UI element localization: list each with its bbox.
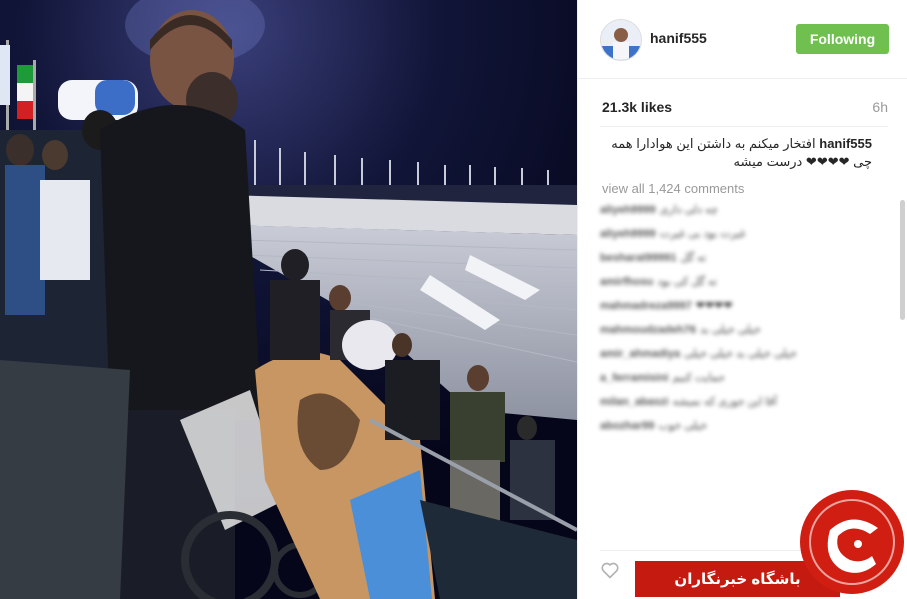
comment-text: حمایت کنیم: [672, 372, 726, 384]
comment-username[interactable]: abozhar99: [600, 420, 654, 432]
comment-text: خیلی خیلی بد: [699, 324, 761, 336]
comment-username[interactable]: mahmoudzadeh76: [600, 324, 696, 336]
watermark-logo: [800, 490, 904, 594]
stadium-photo: [0, 0, 577, 599]
list-item: amirfhosu ته گل کی بود: [600, 276, 875, 289]
comment-text: خیلی خوب: [658, 420, 708, 432]
post-header: hanif555 Following: [578, 0, 907, 79]
following-button[interactable]: Following: [796, 24, 889, 54]
comments-scrollbar[interactable]: [900, 200, 905, 320]
post-age[interactable]: 6h: [872, 99, 888, 115]
watermark-text: باشگاه خبرنگاران: [674, 571, 801, 588]
like-heart-icon[interactable]: [600, 560, 620, 580]
comment-username[interactable]: aliyeh9999: [600, 228, 656, 240]
comment-username[interactable]: besharat99991: [600, 252, 676, 264]
list-item: abozhar99 خیلی خوب: [600, 420, 875, 433]
list-item: a_ferramisini حمایت کنیم: [600, 372, 875, 385]
list-item: aliyeh9999 غیرت بود بی غیرت: [600, 228, 875, 241]
list-item: milan_abaszi آقا این جوری که نمیشه: [600, 396, 875, 409]
list-item: mahmoudzadeh76 خیلی خیلی بد: [600, 324, 875, 337]
divider: [600, 126, 888, 127]
caption-username[interactable]: hanif555: [819, 136, 872, 151]
avatar-image: [601, 20, 641, 60]
list-item: mahmadreza9997 ❤❤❤❤: [600, 300, 875, 313]
comment-username[interactable]: milan_abaszi: [600, 396, 668, 408]
watermark-logo-icon: [802, 492, 902, 592]
likes-count[interactable]: 21.3k likes: [602, 99, 672, 115]
post-photo: [0, 0, 577, 599]
comments-list: aliyeh9999 چه دلی داری aliyeh9999 غیرت بود…: [600, 204, 875, 444]
list-item: aliyeh9999 چه دلی داری: [600, 204, 875, 217]
comment-username[interactable]: a_ferramisini: [600, 372, 668, 384]
comment-username[interactable]: mahmadreza9997: [600, 300, 692, 312]
comment-text: ته گل: [680, 252, 707, 264]
comment-username[interactable]: amir_ahmadiya: [600, 348, 680, 360]
comment-username[interactable]: amirfhosu: [600, 276, 653, 288]
username[interactable]: hanif555: [650, 30, 707, 46]
view-all-comments-link[interactable]: view all 1,424 comments: [602, 181, 744, 196]
comment-username[interactable]: aliyeh9999: [600, 204, 656, 216]
list-item: amir_ahmadiya خیلی خیلی بد خیلی خیلی: [600, 348, 875, 361]
comment-text: خیلی خیلی بد خیلی خیلی: [684, 348, 797, 360]
comment-text: ته گل کی بود: [657, 276, 717, 288]
comment-text: ❤❤❤❤: [695, 300, 733, 312]
comment-text: غیرت بود بی غیرت: [659, 228, 746, 240]
comment-text: آقا این جوری که نمیشه: [672, 396, 777, 408]
comment-text: چه دلی داری: [659, 204, 718, 216]
caption: hanif555 افتخار میکنم به داشتن این هوادا…: [600, 135, 872, 171]
list-item: besharat99991 ته گل: [600, 252, 875, 265]
avatar[interactable]: [600, 19, 642, 61]
